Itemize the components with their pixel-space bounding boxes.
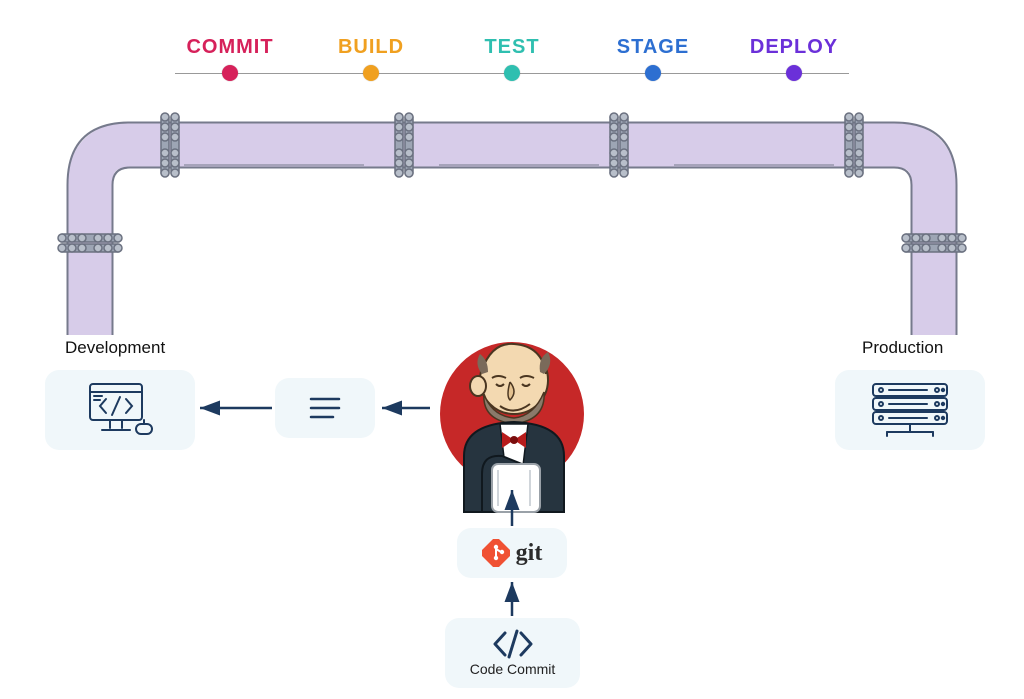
stage-stage: STAGE — [608, 36, 698, 81]
stage-label: STAGE — [608, 36, 698, 59]
document-lines-icon — [305, 394, 345, 422]
stage-dot — [363, 65, 379, 81]
production-label: Production — [862, 338, 943, 358]
git-label: git — [516, 540, 543, 567]
stage-dot — [786, 65, 802, 81]
stage-label: TEST — [467, 36, 557, 59]
development-card — [45, 370, 195, 450]
code-brackets-icon — [491, 629, 535, 659]
stage-label: DEPLOY — [749, 36, 839, 59]
stage-label: COMMIT — [185, 36, 275, 59]
production-card — [835, 370, 985, 450]
file-card — [275, 378, 375, 438]
code-commit-card: Code Commit — [445, 618, 580, 688]
stage-test: TEST — [467, 36, 557, 81]
development-label: Development — [65, 338, 165, 358]
git-card: git — [457, 528, 567, 578]
git-logo-icon — [482, 539, 510, 567]
stage-label: BUILD — [326, 36, 416, 59]
stage-dot — [504, 65, 520, 81]
jenkins-icon — [422, 324, 602, 514]
stage-dot — [645, 65, 661, 81]
pipeline-stages: COMMIT BUILD TEST STAGE DEPLOY — [185, 36, 839, 81]
stage-build: BUILD — [326, 36, 416, 81]
stage-commit: COMMIT — [185, 36, 275, 81]
server-rack-icon — [867, 380, 953, 440]
stage-deploy: DEPLOY — [749, 36, 839, 81]
pipeline-pipe — [44, 105, 980, 335]
code-commit-label: Code Commit — [470, 661, 556, 677]
dev-workstation-icon — [84, 380, 156, 440]
stage-dot — [222, 65, 238, 81]
